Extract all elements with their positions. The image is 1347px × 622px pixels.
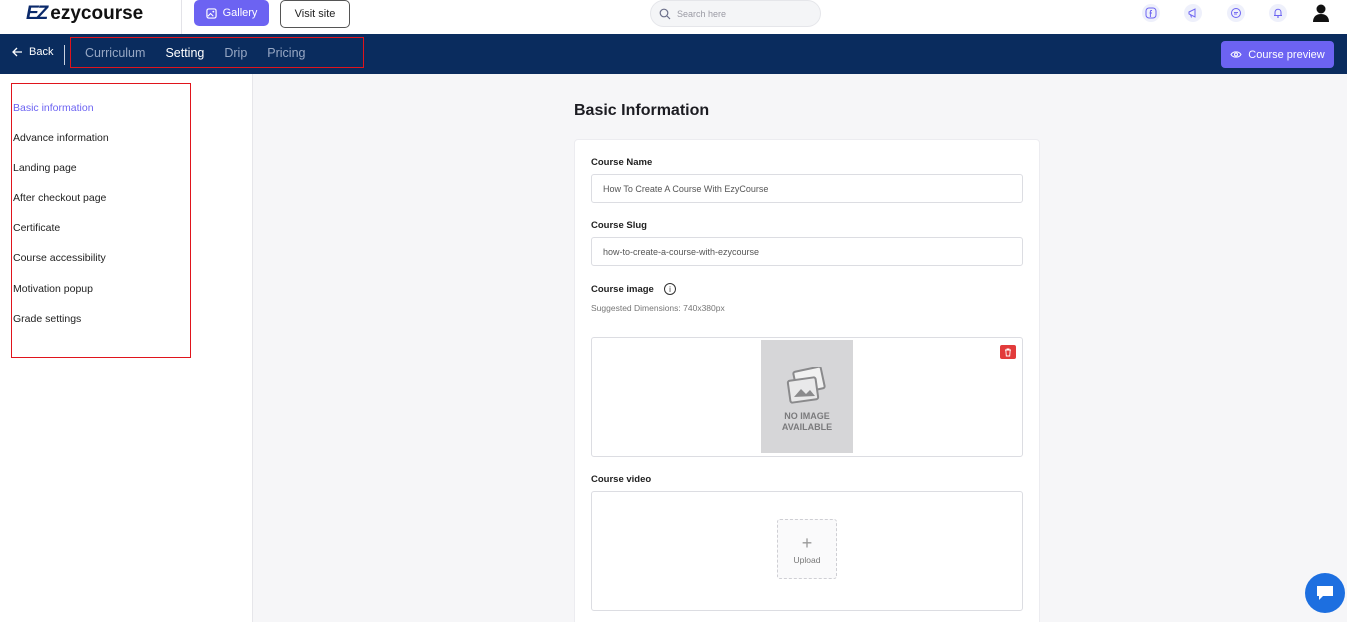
facebook-icon[interactable] xyxy=(1142,4,1160,22)
course-name-input[interactable]: How To Create A Course With EzyCourse xyxy=(591,174,1023,203)
trash-icon xyxy=(1005,348,1011,356)
sidebar-item-grade-settings[interactable]: Grade settings xyxy=(13,313,81,325)
user-avatar-icon[interactable] xyxy=(1308,0,1334,26)
no-image-line-1: NO IMAGE xyxy=(784,411,830,421)
sidebar-item-motivation-popup[interactable]: Motivation popup xyxy=(13,283,93,295)
logo-text: ezycourse xyxy=(50,3,144,24)
bell-icon[interactable] xyxy=(1269,4,1287,22)
photo-placeholder-icon xyxy=(786,367,826,404)
nav-separator xyxy=(64,45,65,65)
nav-tabs-highlight: Curriculum Setting Drip Pricing xyxy=(70,37,364,68)
no-image-line-2: AVAILABLE xyxy=(781,422,833,432)
course-nav-bar: Back Curriculum Setting Drip Pricing Cou… xyxy=(0,34,1347,74)
course-preview-button[interactable]: Course preview xyxy=(1221,41,1334,68)
delete-image-button[interactable] xyxy=(1000,345,1016,359)
back-button[interactable]: Back xyxy=(12,46,53,58)
topbar-divider xyxy=(181,0,182,34)
tab-drip[interactable]: Drip xyxy=(224,46,247,60)
settings-sidebar: Basic information Advance information La… xyxy=(0,74,253,622)
course-preview-label: Course preview xyxy=(1248,48,1325,61)
course-video-label: Course video xyxy=(591,474,652,485)
search-input[interactable]: Search here xyxy=(650,0,821,27)
upload-label: Upload xyxy=(793,554,821,565)
tab-setting[interactable]: Setting xyxy=(165,46,204,60)
megaphone-icon[interactable] xyxy=(1184,4,1202,22)
sidebar-item-advance-information[interactable]: Advance information xyxy=(13,132,109,144)
info-icon[interactable]: i xyxy=(664,283,676,295)
no-image-text: NO IMAGE AVAILABLE xyxy=(782,411,832,433)
gallery-button[interactable]: Gallery xyxy=(194,0,269,26)
search-icon xyxy=(659,8,671,19)
sidebar-item-basic-information[interactable]: Basic information xyxy=(13,102,94,114)
course-image-label: Course image xyxy=(591,284,654,295)
page-title: Basic Information xyxy=(574,102,710,119)
visit-site-button[interactable]: Visit site xyxy=(280,0,350,28)
sidebar-item-landing-page[interactable]: Landing page xyxy=(13,162,77,174)
sidebar-item-certificate[interactable]: Certificate xyxy=(13,222,60,234)
course-slug-input[interactable]: how-to-create-a-course-with-ezycourse xyxy=(591,237,1023,266)
chat-support-button[interactable] xyxy=(1305,573,1345,613)
arrow-left-icon xyxy=(12,47,22,57)
sidebar-item-course-accessibility[interactable]: Course accessibility xyxy=(13,252,106,264)
logo-mark: EZ xyxy=(26,3,48,24)
eye-icon xyxy=(1230,51,1242,58)
course-name-label: Course Name xyxy=(591,157,653,168)
search-placeholder: Search here xyxy=(677,8,727,19)
gallery-icon xyxy=(205,7,217,19)
course-image-hint: Suggested Dimensions: 740x380px xyxy=(591,303,725,313)
chat-icon xyxy=(1317,586,1333,600)
sidebar-item-after-checkout-page[interactable]: After checkout page xyxy=(13,192,106,204)
no-image-placeholder: NO IMAGE AVAILABLE xyxy=(761,340,853,453)
video-upload-button[interactable]: + Upload xyxy=(777,519,837,579)
course-slug-label: Course Slug xyxy=(591,220,647,231)
top-bar: EZ ezycourse Gallery Visit site Search h… xyxy=(0,0,1347,34)
tab-curriculum[interactable]: Curriculum xyxy=(85,46,145,60)
plus-icon: + xyxy=(801,532,813,553)
tab-pricing[interactable]: Pricing xyxy=(267,46,305,60)
brand-logo[interactable]: EZ ezycourse xyxy=(26,3,143,25)
back-label: Back xyxy=(29,46,54,58)
gallery-label: Gallery xyxy=(222,7,258,19)
chat-bubble-icon[interactable] xyxy=(1227,4,1245,22)
